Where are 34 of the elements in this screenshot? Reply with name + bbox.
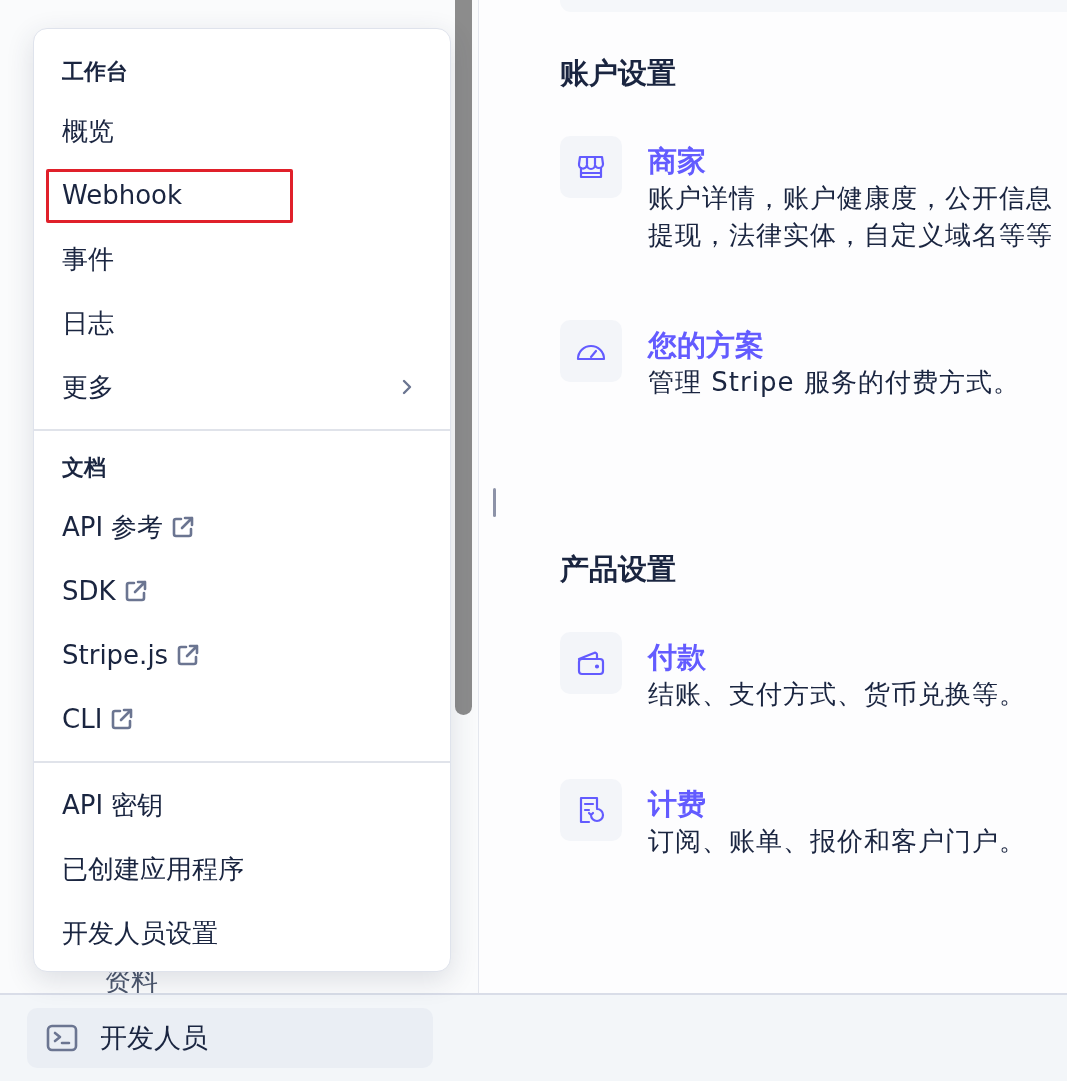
- section-heading: 账户设置: [560, 55, 677, 92]
- menu-item[interactable]: 已创建应用程序: [34, 837, 450, 901]
- settings-description: 结账、支付方式、货币兑换等。: [648, 678, 1026, 711]
- settings-link[interactable]: 您的方案: [648, 326, 1020, 364]
- menu-heading: 文档: [61, 454, 107, 482]
- settings-description: 管理 Stripe 服务的付费方式。: [648, 366, 1020, 399]
- resize-handle[interactable]: [493, 488, 496, 517]
- settings-link[interactable]: 付款: [648, 638, 1026, 676]
- menu-item[interactable]: Webhook: [34, 163, 450, 227]
- menu-item[interactable]: API 参考: [34, 495, 450, 559]
- external-link-icon: [176, 643, 201, 667]
- menu-item[interactable]: 事件: [34, 227, 450, 291]
- section-heading: 产品设置: [560, 551, 677, 588]
- settings-link[interactable]: 商家: [648, 142, 1053, 180]
- developers-button[interactable]: 开发人员: [27, 1008, 433, 1068]
- menu-item[interactable]: API 密钥: [34, 773, 450, 837]
- scrollbar-thumb[interactable]: [455, 0, 472, 715]
- menu-item[interactable]: 开发人员设置: [34, 901, 450, 965]
- menu-item[interactable]: 更多: [34, 355, 450, 419]
- menu-item[interactable]: CLI: [34, 687, 450, 751]
- menu-item[interactable]: 概览: [34, 99, 450, 163]
- settings-link[interactable]: 计费: [648, 785, 1026, 823]
- chevron-right-icon: [400, 377, 414, 397]
- menu-item[interactable]: Stripe.js: [34, 623, 450, 687]
- external-link-icon: [110, 707, 135, 731]
- menu-heading: 工作台: [61, 58, 129, 86]
- settings-description: 账户详情，账户健康度，公开信息: [648, 182, 1053, 215]
- external-link-icon: [123, 579, 148, 603]
- settings-description: 订阅、账单、报价和客户门户。: [648, 825, 1026, 858]
- menu-item[interactable]: 日志: [34, 291, 450, 355]
- external-link-icon: [171, 515, 196, 539]
- menu-item[interactable]: SDK: [34, 559, 450, 623]
- terminal-icon: [46, 1024, 78, 1052]
- settings-description: 提现，法律实体，自定义域名等等: [648, 219, 1053, 252]
